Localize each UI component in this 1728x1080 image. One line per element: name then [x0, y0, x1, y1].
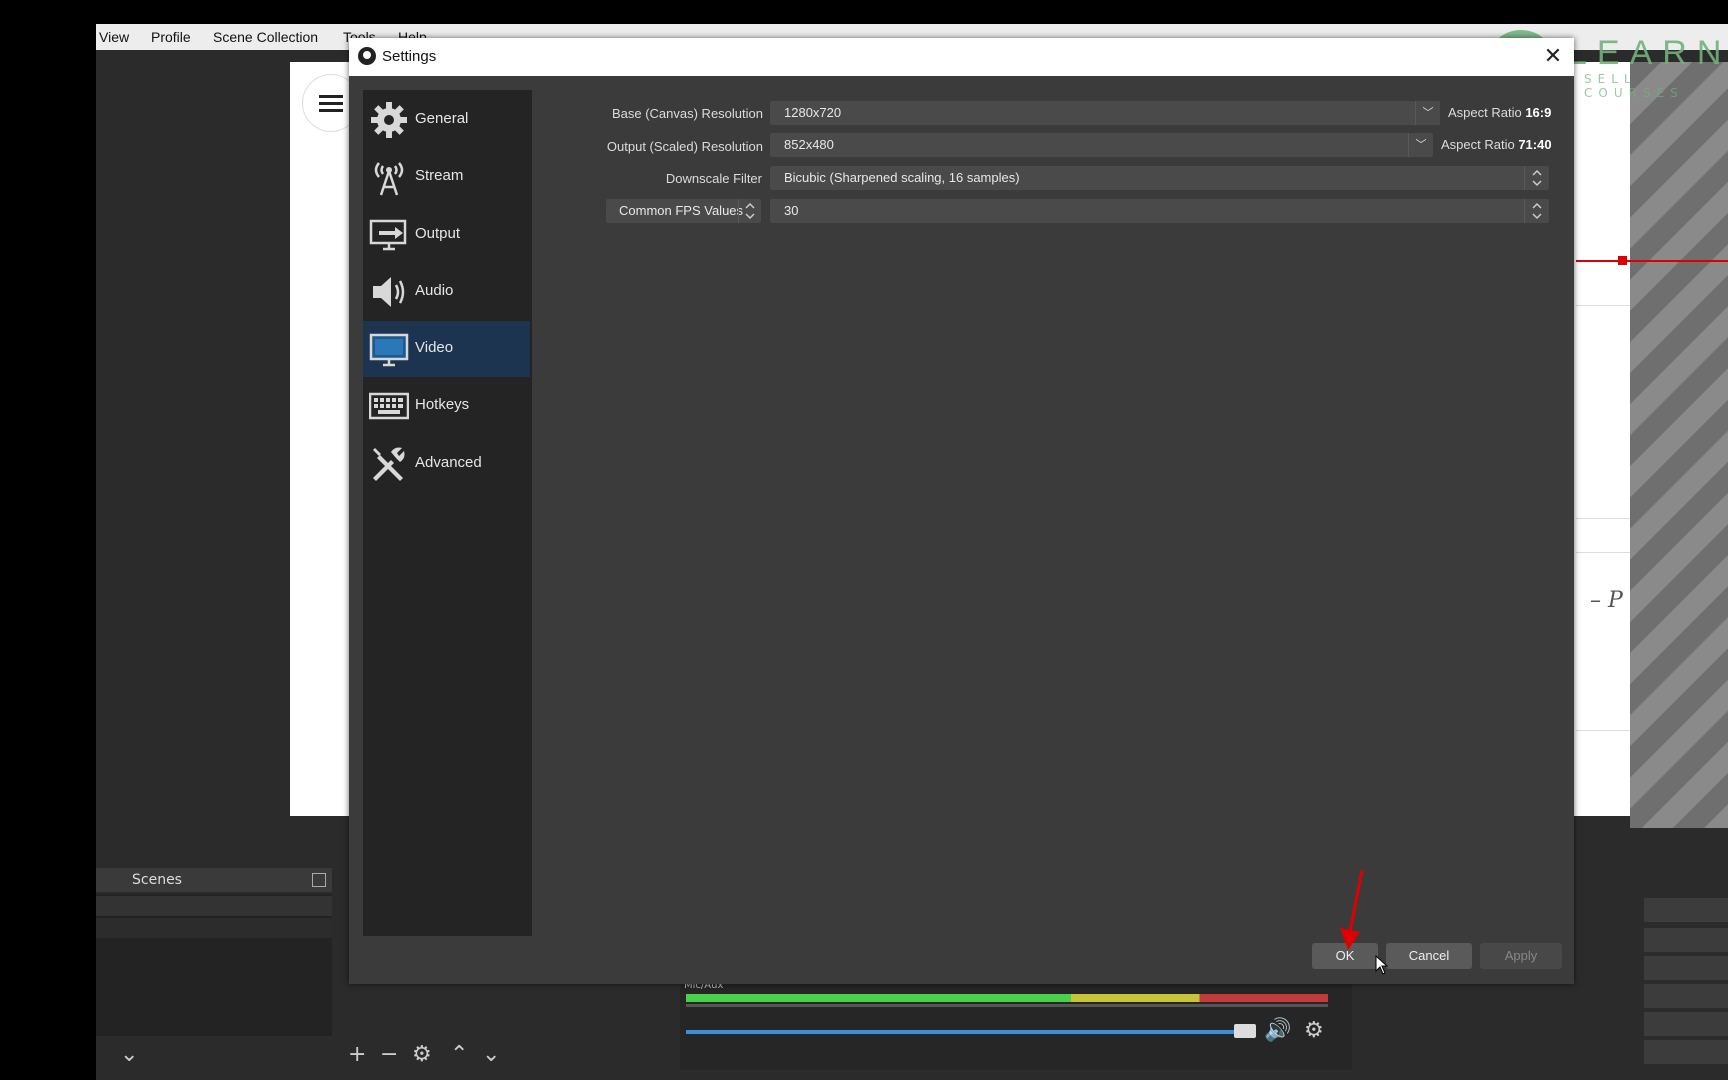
dock-button[interactable] [1644, 956, 1728, 980]
scenes-dock-title: Scenes [132, 872, 182, 888]
downscale-filter-combo[interactable]: Bicubic (Sharpened scaling, 16 samples) [770, 166, 1549, 190]
monitor-icon [369, 333, 409, 367]
audio-level-meter [686, 994, 1328, 1002]
output-aspect-ratio: Aspect Ratio 71:40 [1441, 137, 1552, 152]
move-up-icon[interactable]: ⌃ [450, 1044, 468, 1066]
sidebar-item-advanced[interactable]: Advanced [363, 436, 530, 492]
tools-icon [373, 447, 405, 481]
learn-watermark-text: LEARN [1568, 34, 1728, 72]
updown-arrows-icon[interactable] [738, 199, 761, 223]
updown-arrows-icon[interactable] [1524, 166, 1549, 190]
downscale-filter-value: Bicubic (Sharpened scaling, 16 samples) [784, 170, 1020, 185]
base-resolution-combo[interactable]: 1280x720 ﹀ [770, 101, 1440, 125]
dock-button[interactable] [1644, 1012, 1728, 1036]
aspect-ratio-label: Aspect Ratio [1448, 105, 1522, 120]
menu-view[interactable]: View [99, 29, 129, 45]
source-resize-handle[interactable] [1618, 256, 1627, 265]
fps-type-select[interactable]: Common FPS Values [606, 199, 761, 223]
downscale-filter-label: Downscale Filter [665, 171, 762, 186]
sidebar-item-video[interactable]: Video [363, 321, 530, 377]
source-bounding-line [1576, 260, 1728, 262]
move-down-icon[interactable]: ⌄ [120, 1044, 138, 1066]
fps-value: 30 [784, 203, 799, 218]
sidebar-item-general[interactable]: General [363, 92, 530, 148]
dock-button[interactable] [1644, 1040, 1728, 1064]
sidebar-item-audio[interactable]: Audio [363, 264, 530, 320]
apply-button[interactable]: Apply [1480, 943, 1562, 969]
annotation-arrow-icon [1340, 870, 1364, 950]
dock-button[interactable] [1644, 898, 1728, 922]
gear-icon[interactable]: ⚙ [412, 1044, 432, 1066]
learn-watermark-subtext: SELL COURSES [1584, 72, 1684, 100]
list-item[interactable] [96, 918, 332, 938]
speaker-icon [373, 277, 405, 307]
aspect-ratio-label: Aspect Ratio [1441, 137, 1515, 152]
sources-toolbar: + − ⚙ ⌃ ⌄ [340, 1038, 672, 1074]
aspect-ratio-value: 71:40 [1518, 137, 1552, 152]
output-resolution-value: 852x480 [784, 137, 834, 152]
preview-striped-area [1630, 62, 1728, 828]
dock-button[interactable] [1644, 928, 1728, 952]
speaker-icon[interactable]: 🔊 [1264, 1020, 1291, 1042]
volume-slider-handle[interactable] [1234, 1024, 1256, 1038]
chevron-down-icon[interactable]: ﹀ [1408, 133, 1433, 157]
sidebar-item-label: Advanced [415, 454, 482, 471]
sidebar-item-label: Stream [415, 167, 464, 184]
sidebar-item-label: Output [415, 225, 461, 242]
volume-slider[interactable] [686, 1030, 1246, 1034]
chevron-down-icon[interactable]: ﹀ [1415, 101, 1440, 125]
menu-profile[interactable]: Profile [151, 29, 191, 45]
remove-icon[interactable]: − [380, 1044, 398, 1066]
output-resolution-combo[interactable]: 852x480 ﹀ [770, 133, 1433, 157]
preview-line [1576, 552, 1630, 553]
gear-icon [371, 102, 407, 138]
sidebar-item-stream[interactable]: Stream [363, 149, 530, 205]
preview-line [1576, 305, 1630, 306]
dialog-titlebar [349, 38, 1574, 76]
undock-icon[interactable] [312, 873, 326, 887]
output-resolution-label: Output (Scaled) Resolution [606, 139, 763, 154]
mouse-cursor-icon [1375, 955, 1389, 975]
scenes-toolbar: ⌄ [96, 1038, 332, 1074]
gear-icon[interactable]: ⚙ [1304, 1020, 1324, 1042]
sidebar-item-hotkeys[interactable]: Hotkeys [363, 378, 530, 434]
preview-line [1576, 518, 1630, 519]
base-resolution-label: Base (Canvas) Resolution [611, 106, 763, 121]
antenna-icon [374, 162, 404, 196]
keyboard-icon [369, 392, 409, 420]
updown-arrows-icon[interactable] [1524, 199, 1549, 223]
output-icon [369, 219, 407, 251]
menu-scene-collection[interactable]: Scene Collection [213, 29, 318, 45]
cancel-button[interactable]: Cancel [1386, 943, 1472, 969]
move-down-icon[interactable]: ⌄ [482, 1044, 500, 1066]
preview-line [1576, 730, 1630, 731]
sidebar-item-label: Audio [415, 282, 454, 299]
sidebar-item-label: Hotkeys [415, 396, 470, 413]
audio-meter-scale [686, 1004, 1328, 1007]
dialog-title: Settings [382, 48, 437, 65]
fps-value-combo[interactable]: 30 [770, 199, 1549, 223]
base-aspect-ratio: Aspect Ratio 16:9 [1448, 105, 1551, 120]
aspect-ratio-value: 16:9 [1525, 105, 1552, 120]
fps-type-value: Common FPS Values [619, 203, 744, 218]
list-item[interactable] [96, 896, 332, 916]
sidebar-item-label: General [415, 110, 469, 127]
base-resolution-value: 1280x720 [784, 105, 842, 120]
add-icon[interactable]: + [348, 1044, 366, 1066]
obs-logo-icon [358, 47, 376, 65]
sidebar-item-label: Video [415, 339, 454, 356]
sidebar-item-output[interactable]: Output [363, 207, 530, 263]
preview-formula-text: – P [1590, 588, 1623, 613]
dock-button[interactable] [1644, 984, 1728, 1008]
close-button[interactable]: ✕ [1536, 42, 1570, 72]
